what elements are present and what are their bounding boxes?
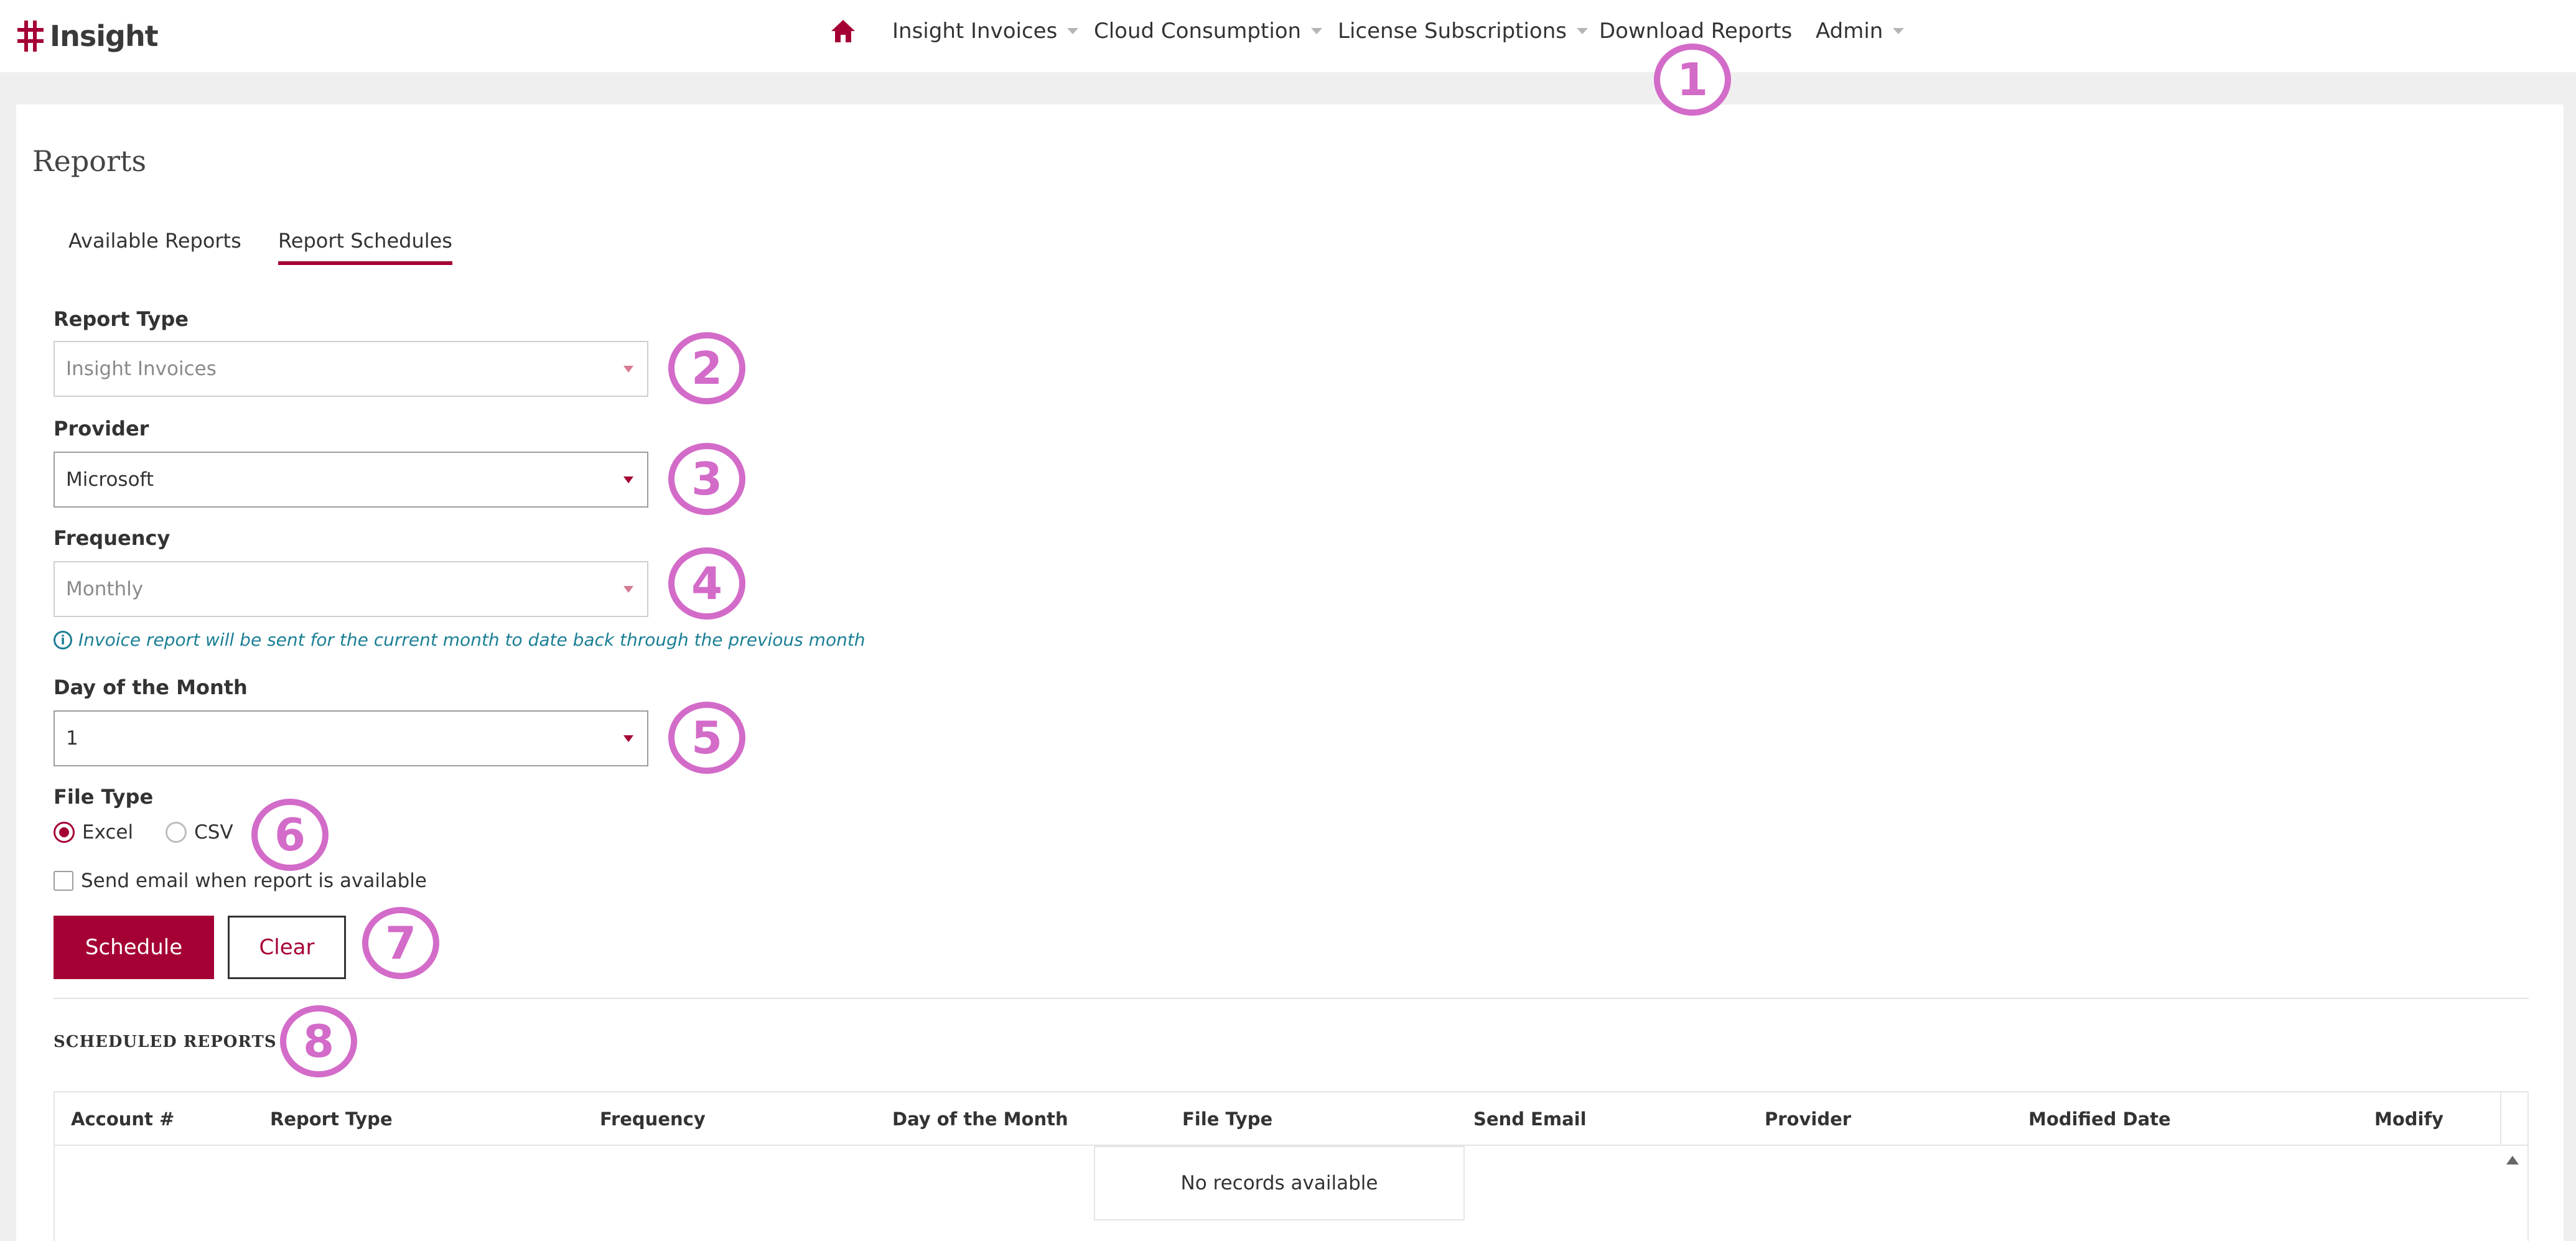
send-email-label[interactable]: Send email when report is available xyxy=(81,870,427,892)
caret-down-icon xyxy=(623,366,633,373)
caret-down-icon xyxy=(623,735,633,742)
reports-card: Reports Available Reports Report Schedul… xyxy=(16,105,2564,1241)
frequency-info-text: Invoice report will be sent for the curr… xyxy=(78,630,866,650)
frequency-info: i Invoice report will be sent for the cu… xyxy=(54,630,866,650)
caret-down-icon xyxy=(623,476,633,483)
annotation-marker-8: 8 xyxy=(280,1005,357,1077)
annotation-marker-5: 5 xyxy=(668,702,745,774)
report-type-value: Insight Invoices xyxy=(66,358,217,380)
annotation-marker-1: 1 xyxy=(1654,44,1731,116)
scroll-up-arrow-icon[interactable] xyxy=(2506,1156,2519,1164)
send-email-checkbox[interactable] xyxy=(54,871,73,891)
scheduled-reports-table: Account # Report Type Frequency Day of t… xyxy=(54,1091,2529,1241)
file-type-csv-radio[interactable] xyxy=(166,822,187,843)
annotation-marker-3: 3 xyxy=(668,443,745,515)
column-header-day-of-month[interactable]: Day of the Month xyxy=(892,1109,1068,1130)
schedule-button[interactable]: Schedule xyxy=(54,916,214,979)
annotation-marker-2: 2 xyxy=(668,332,745,404)
nav-admin[interactable]: Admin xyxy=(1816,15,1905,47)
nav-admin-label: Admin xyxy=(1816,19,1883,44)
day-of-month-value: 1 xyxy=(66,727,78,750)
column-header-provider[interactable]: Provider xyxy=(1765,1109,1851,1130)
provider-label: Provider xyxy=(54,417,149,440)
frequency-select[interactable]: Monthly xyxy=(54,561,648,617)
section-divider xyxy=(54,998,2529,999)
day-of-month-label: Day of the Month xyxy=(54,676,248,699)
day-of-month-select[interactable]: 1 xyxy=(54,710,648,766)
column-header-account[interactable]: Account # xyxy=(71,1109,174,1130)
caret-down-icon xyxy=(623,586,633,593)
nav-home[interactable] xyxy=(830,15,856,47)
info-icon: i xyxy=(54,630,72,649)
frequency-label: Frequency xyxy=(54,526,170,550)
nav-cloud-consumption-label: Cloud Consumption xyxy=(1094,19,1302,44)
column-header-modify[interactable]: Modify xyxy=(2374,1109,2443,1130)
annotation-marker-7: 7 xyxy=(362,907,439,979)
top-navigation: Insight Insight Invoices Cloud Consumpti… xyxy=(0,0,2576,72)
annotation-marker-4: 4 xyxy=(668,547,745,620)
file-type-excel-radio[interactable] xyxy=(54,822,75,843)
scheduled-reports-title: SCHEDULED REPORTS xyxy=(54,1033,277,1051)
clear-button[interactable]: Clear xyxy=(228,916,346,979)
table-header: Account # Report Type Frequency Day of t… xyxy=(55,1092,2527,1146)
insight-logo[interactable]: Insight xyxy=(16,14,159,58)
column-header-report-type[interactable]: Report Type xyxy=(270,1109,393,1130)
empty-table-message: No records available xyxy=(1094,1146,1465,1220)
chevron-down-icon xyxy=(1067,28,1079,34)
send-email-row: Send email when report is available xyxy=(54,870,427,892)
column-header-modified-date[interactable]: Modified Date xyxy=(2028,1109,2171,1130)
column-header-send-email[interactable]: Send Email xyxy=(1473,1109,1587,1130)
nav-cloud-consumption[interactable]: Cloud Consumption xyxy=(1094,15,1323,47)
chevron-down-icon xyxy=(1893,28,1905,34)
nav-insight-invoices[interactable]: Insight Invoices xyxy=(892,15,1079,47)
insight-logo-icon xyxy=(17,21,44,52)
report-type-label: Report Type xyxy=(54,307,189,331)
nav-download-reports-label: Download Reports xyxy=(1599,19,1793,44)
column-header-frequency[interactable]: Frequency xyxy=(600,1109,706,1130)
provider-select[interactable]: Microsoft xyxy=(54,452,648,508)
page-title: Reports xyxy=(32,144,147,178)
chevron-down-icon xyxy=(1576,28,1588,34)
column-header-file-type[interactable]: File Type xyxy=(1182,1109,1272,1130)
tab-available-reports[interactable]: Available Reports xyxy=(68,229,241,253)
brand-name: Insight xyxy=(50,19,159,53)
tab-report-schedules[interactable]: Report Schedules xyxy=(278,229,452,265)
nav-download-reports[interactable]: Download Reports xyxy=(1599,15,1792,47)
provider-value: Microsoft xyxy=(66,468,154,491)
file-type-label: File Type xyxy=(54,785,154,809)
header-scroll-gap xyxy=(2500,1092,2527,1146)
file-type-csv-label[interactable]: CSV xyxy=(194,821,233,844)
annotation-marker-6: 6 xyxy=(251,799,329,871)
chevron-down-icon xyxy=(1311,28,1323,34)
home-icon xyxy=(831,20,855,42)
file-type-radio-group: Excel CSV xyxy=(54,821,266,844)
nav-license-subscriptions[interactable]: License Subscriptions xyxy=(1338,15,1588,47)
frequency-value: Monthly xyxy=(66,578,144,600)
nav-license-subscriptions-label: License Subscriptions xyxy=(1338,19,1567,44)
report-type-select[interactable]: Insight Invoices xyxy=(54,341,648,397)
file-type-excel-label[interactable]: Excel xyxy=(82,821,133,844)
nav-insight-invoices-label: Insight Invoices xyxy=(892,19,1058,44)
